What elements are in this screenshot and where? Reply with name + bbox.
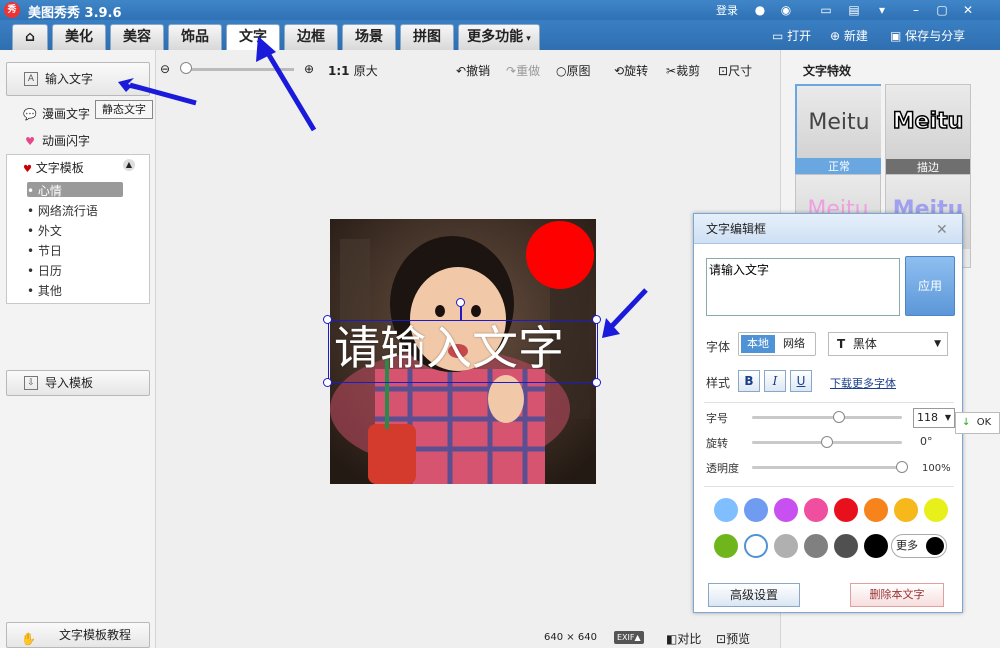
opacity-label: 透明度: [706, 462, 739, 475]
effect-sample: Meitu: [886, 85, 970, 159]
font-label: 字体: [706, 340, 731, 354]
image-dimensions: 640 × 640: [544, 632, 597, 643]
font-local-button[interactable]: 本地: [741, 335, 775, 353]
dialog-close-icon[interactable]: ✕: [936, 222, 948, 238]
size-value: 118: [917, 411, 938, 424]
color-swatch[interactable]: [924, 498, 948, 522]
font-t-icon: T: [837, 337, 846, 351]
color-swatch[interactable]: [864, 498, 888, 522]
font-name: 黑体: [852, 337, 877, 351]
size-confirm-popup[interactable]: ↓ OK: [955, 412, 1000, 434]
text-input[interactable]: 请输入文字: [706, 258, 900, 316]
color-swatch[interactable]: [714, 534, 738, 558]
size-slider-track[interactable]: [752, 416, 902, 419]
dims-width: 640: [544, 632, 564, 643]
divider: [704, 486, 954, 487]
effect-normal[interactable]: Meitu 正常: [795, 84, 881, 178]
text-edit-dialog: 文字编辑框 ✕ 请输入文字 应用 字体 本地 网络 T 黑体 ▼ 样式 B I …: [693, 213, 963, 613]
color-swatch[interactable]: [774, 498, 798, 522]
color-swatch[interactable]: [744, 534, 768, 558]
apply-button[interactable]: 应用: [905, 256, 955, 316]
more-colors-button[interactable]: 更多: [891, 534, 947, 558]
color-swatch[interactable]: [804, 534, 828, 558]
color-swatch[interactable]: [714, 498, 738, 522]
opacity-value: 100%: [922, 463, 951, 474]
size-label: 字号: [706, 412, 728, 425]
download-fonts-link[interactable]: 下载更多字体: [830, 375, 896, 391]
preview-icon: ⊡: [716, 632, 727, 646]
color-swatch[interactable]: [894, 498, 918, 522]
rotate-value: 0°: [920, 435, 933, 448]
dialog-title: 文字编辑框: [706, 222, 767, 236]
size-slider-knob[interactable]: [833, 411, 845, 423]
opacity-slider-track[interactable]: [752, 466, 902, 469]
font-select[interactable]: T 黑体 ▼: [828, 332, 948, 356]
delete-text-button[interactable]: 删除本文字: [850, 583, 944, 607]
dialog-title-bar: 文字编辑框: [694, 214, 962, 244]
ok-label: OK: [976, 417, 992, 428]
down-arrow-icon: ↓: [962, 417, 971, 428]
dims-height: 640: [577, 632, 597, 643]
size-value-select[interactable]: 118 ▼: [913, 408, 955, 428]
color-swatch[interactable]: [834, 534, 858, 558]
preview-label: 预览: [726, 632, 751, 646]
effect-stroke[interactable]: Meitu 描边: [885, 84, 971, 178]
compare-icon: ◧: [666, 632, 678, 646]
preview-button[interactable]: ⊡预览: [716, 630, 750, 647]
effects-title: 文字特效: [803, 64, 852, 78]
rotate-slider-knob[interactable]: [821, 436, 833, 448]
chevron-down-icon: ▼: [944, 413, 951, 422]
style-label: 样式: [706, 376, 731, 390]
color-swatch[interactable]: [804, 498, 828, 522]
color-swatch[interactable]: [864, 534, 888, 558]
color-swatch[interactable]: [774, 534, 798, 558]
opacity-slider-knob[interactable]: [896, 461, 908, 473]
dims-separator: ×: [566, 632, 575, 643]
font-network-button[interactable]: 网络: [777, 335, 811, 353]
color-swatch[interactable]: [834, 498, 858, 522]
current-color-swatch: [926, 537, 944, 555]
effect-sample: Meitu: [797, 86, 881, 160]
color-swatch[interactable]: [744, 498, 768, 522]
more-colors-label: 更多: [896, 539, 918, 552]
advanced-settings-button[interactable]: 高级设置: [708, 583, 800, 607]
compare-label: 对比: [677, 632, 702, 646]
exif-button[interactable]: EXIF▲: [614, 631, 644, 644]
underline-button[interactable]: U: [790, 370, 812, 392]
compare-button[interactable]: ◧对比: [666, 630, 701, 647]
status-bar: 640 × 640 EXIF▲ ◧对比 ⊡预览: [156, 626, 780, 648]
font-source-toggle: 本地 网络: [738, 332, 816, 356]
rotate-label: 旋转: [706, 437, 728, 450]
chevron-down-icon: ▼: [934, 339, 941, 349]
divider: [704, 402, 954, 403]
bold-button[interactable]: B: [738, 370, 760, 392]
italic-button[interactable]: I: [764, 370, 786, 392]
